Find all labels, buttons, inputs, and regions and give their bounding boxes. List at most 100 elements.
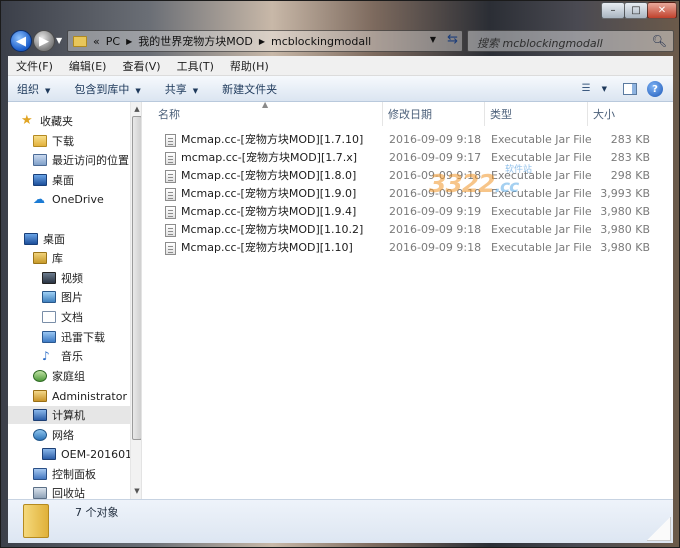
watermark-tld: .cc bbox=[494, 177, 520, 197]
nav-documents[interactable]: 文档 bbox=[42, 308, 83, 326]
scrollbar-thumb[interactable] bbox=[132, 116, 141, 440]
close-button[interactable]: ✕ bbox=[647, 2, 677, 19]
forward-button[interactable]: ▶ bbox=[33, 30, 55, 52]
chevron-down-icon: ▼ bbox=[45, 86, 51, 95]
watermark-subtitle: 软件站 bbox=[505, 165, 533, 175]
column-type[interactable]: 类型 bbox=[485, 102, 588, 126]
address-dropdown-icon[interactable]: ▼ bbox=[430, 35, 436, 44]
file-row[interactable]: Mcmap.cc-[宠物方块MOD][1.10] 2016-09-09 9:18… bbox=[143, 239, 673, 257]
nav-label: 图片 bbox=[61, 291, 83, 304]
view-dropdown-icon[interactable]: ▼ bbox=[602, 85, 607, 93]
file-size: 283 KB bbox=[610, 151, 650, 164]
cloud-icon: ☁ bbox=[33, 192, 45, 206]
scroll-up-icon[interactable]: ▲ bbox=[132, 104, 141, 114]
share-button[interactable]: 共享 ▼ bbox=[156, 81, 207, 97]
help-icon[interactable]: ? bbox=[647, 81, 663, 97]
library-icon bbox=[33, 252, 47, 264]
nav-xunlei-downloads[interactable]: 迅雷下载 bbox=[42, 328, 105, 346]
nav-downloads[interactable]: 下载 bbox=[33, 132, 74, 150]
refresh-icon[interactable]: ⇆ bbox=[447, 32, 458, 47]
file-size: 3,993 KB bbox=[600, 187, 650, 200]
nav-recent-places[interactable]: 最近访问的位置 bbox=[33, 151, 129, 169]
downloads-folder-icon bbox=[33, 135, 47, 147]
document-library-icon bbox=[42, 311, 56, 323]
search-input[interactable]: 搜索 mcblockingmodall 🔍︎ bbox=[467, 30, 674, 52]
nav-label: 文档 bbox=[61, 311, 83, 324]
column-date[interactable]: 修改日期 bbox=[383, 102, 485, 126]
nav-label: 网络 bbox=[52, 429, 74, 442]
file-date: 2016-09-09 9:18 bbox=[389, 133, 482, 146]
resize-grip-icon[interactable] bbox=[647, 517, 671, 541]
minimize-button[interactable]: – bbox=[601, 2, 625, 19]
nav-favorites[interactable]: ★ 收藏夹 bbox=[21, 112, 73, 130]
breadcrumb-current-folder[interactable]: mcblockingmodall bbox=[271, 35, 371, 48]
nav-recycle-bin[interactable]: 回收站 bbox=[33, 484, 85, 499]
search-icon[interactable]: 🔍︎ bbox=[652, 34, 667, 48]
breadcrumb-pc[interactable]: PC bbox=[106, 35, 120, 48]
file-size: 3,980 KB bbox=[600, 241, 650, 254]
file-name: Mcmap.cc-[宠物方块MOD][1.8.0] bbox=[181, 169, 357, 182]
file-name: Mcmap.cc-[宠物方块MOD][1.9.4] bbox=[181, 205, 357, 218]
file-date: 2016-09-09 9:18 bbox=[389, 223, 482, 236]
download-library-icon bbox=[42, 331, 56, 343]
organize-button[interactable]: 组织 ▼ bbox=[8, 81, 59, 97]
menu-tools[interactable]: 工具(T) bbox=[169, 58, 222, 74]
file-name: Mcmap.cc-[宠物方块MOD][1.9.0] bbox=[181, 187, 357, 200]
breadcrumb-chevron-icon[interactable]: ▶ bbox=[259, 37, 265, 46]
file-date: 2016-09-09 9:18 bbox=[389, 241, 482, 254]
menu-file[interactable]: 文件(F) bbox=[8, 58, 61, 74]
file-row[interactable]: mcmap.cc-[宠物方块MOD][1.7.x] 2016-09-09 9:1… bbox=[143, 149, 673, 167]
nav-computer[interactable]: 计算机 bbox=[8, 406, 130, 424]
nav-network[interactable]: 网络 bbox=[33, 426, 74, 444]
nav-homegroup[interactable]: 家庭组 bbox=[33, 367, 85, 385]
menu-view[interactable]: 查看(V) bbox=[114, 58, 168, 74]
file-row[interactable]: Mcmap.cc-[宠物方块MOD][1.7.10] 2016-09-09 9:… bbox=[143, 131, 673, 149]
recycle-bin-icon bbox=[33, 487, 47, 499]
address-overflow[interactable]: « bbox=[93, 35, 100, 48]
nav-desktop[interactable]: 桌面 bbox=[24, 230, 65, 248]
file-type: Executable Jar File bbox=[491, 133, 592, 146]
file-row[interactable]: Mcmap.cc-[宠物方块MOD][1.9.0] 2016-09-09 9:1… bbox=[143, 185, 673, 203]
watermark-text: 3322 bbox=[429, 169, 496, 198]
picture-library-icon bbox=[42, 291, 56, 303]
nav-music[interactable]: ♪ 音乐 bbox=[42, 347, 83, 365]
new-folder-button[interactable]: 新建文件夹 bbox=[213, 81, 286, 97]
view-options-icon[interactable]: ☰ bbox=[582, 83, 598, 95]
include-in-library-button[interactable]: 包含到库中 ▼ bbox=[65, 81, 149, 97]
nav-pictures[interactable]: 图片 bbox=[42, 288, 83, 306]
nav-desktop-favorite[interactable]: 桌面 bbox=[33, 171, 74, 189]
recent-pages-dropdown-icon[interactable]: ▼ bbox=[56, 36, 62, 45]
column-size[interactable]: 大小 bbox=[588, 102, 660, 126]
desktop-icon bbox=[24, 233, 38, 245]
network-icon bbox=[33, 429, 47, 441]
column-name[interactable]: 名称 bbox=[153, 102, 383, 126]
maximize-button[interactable]: □ bbox=[624, 2, 648, 19]
nav-control-panel[interactable]: 控制面板 bbox=[33, 465, 96, 483]
file-row[interactable]: Mcmap.cc-[宠物方块MOD][1.9.4] 2016-09-09 9:1… bbox=[143, 203, 673, 221]
menu-help[interactable]: 帮助(H) bbox=[222, 58, 277, 74]
nav-administrator[interactable]: Administrator bbox=[33, 387, 127, 405]
share-label: 共享 bbox=[164, 82, 187, 96]
breadcrumb-mod-folder[interactable]: 我的世界宠物方块MOD bbox=[138, 33, 253, 49]
folder-thumbnail-icon bbox=[23, 504, 49, 538]
address-bar[interactable]: « PC ▶ 我的世界宠物方块MOD ▶ mcblockingmodall ▼ … bbox=[67, 30, 463, 52]
menu-edit[interactable]: 编辑(E) bbox=[61, 58, 115, 74]
nav-videos[interactable]: 视频 bbox=[42, 269, 83, 287]
preview-pane-icon[interactable] bbox=[623, 83, 637, 95]
breadcrumb-chevron-icon[interactable]: ▶ bbox=[126, 37, 132, 46]
details-pane: 7 个对象 bbox=[8, 499, 673, 543]
nav-oem-computer[interactable]: OEM-2016010 bbox=[42, 445, 139, 463]
file-row[interactable]: Mcmap.cc-[宠物方块MOD][1.10.2] 2016-09-09 9:… bbox=[143, 221, 673, 239]
scroll-down-icon[interactable]: ▼ bbox=[132, 486, 141, 496]
nav-libraries[interactable]: 库 bbox=[33, 249, 63, 267]
file-size: 283 KB bbox=[610, 133, 650, 146]
nav-onedrive[interactable]: ☁ OneDrive bbox=[33, 190, 104, 208]
nav-scrollbar[interactable]: ▲ ▼ bbox=[130, 102, 141, 499]
file-type: Executable Jar File bbox=[491, 205, 592, 218]
back-button[interactable]: ◀ bbox=[10, 30, 32, 52]
nav-label: 音乐 bbox=[61, 350, 83, 363]
video-library-icon bbox=[42, 272, 56, 284]
menu-bar: 文件(F) 编辑(E) 查看(V) 工具(T) 帮助(H) bbox=[8, 56, 673, 76]
file-row[interactable]: Mcmap.cc-[宠物方块MOD][1.8.0] 2016-09-09 9:1… bbox=[143, 167, 673, 185]
file-name-cell: Mcmap.cc-[宠物方块MOD][1.9.4] bbox=[165, 203, 356, 221]
